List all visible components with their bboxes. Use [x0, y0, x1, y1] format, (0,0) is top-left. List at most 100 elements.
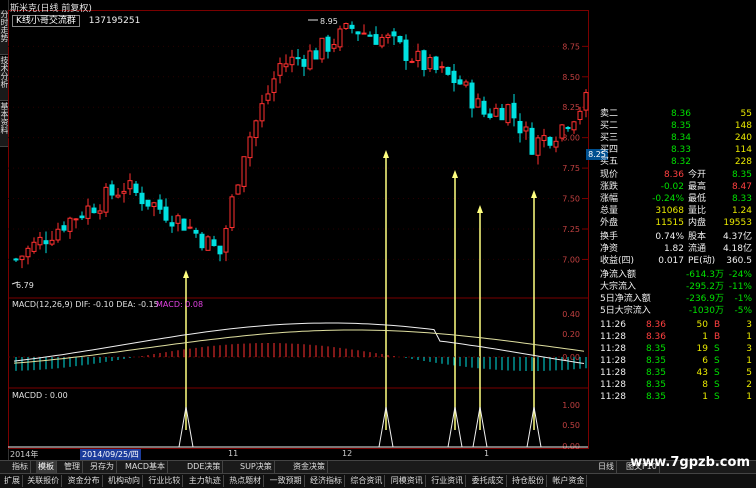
stat-label: 涨幅 — [600, 194, 619, 204]
stat-label: 最高 — [688, 182, 707, 192]
stat-label: 流通 — [688, 244, 707, 254]
function-tab[interactable]: 机构动向 — [106, 475, 143, 487]
candle-body — [505, 104, 511, 124]
candle-body — [127, 180, 133, 190]
tick-side: S — [714, 344, 720, 354]
indicator-tab[interactable]: 管理 — [62, 461, 83, 473]
candle-body — [559, 124, 565, 139]
stat-value: 4.18亿 — [722, 244, 752, 254]
price-tick-label: 7.25 — [562, 225, 580, 234]
stat-value: 360.5 — [726, 256, 752, 266]
candle-body — [577, 110, 583, 120]
indicator-tab[interactable]: 另存为 — [88, 461, 117, 473]
stat-label: 换手 — [600, 232, 619, 242]
candle-body — [445, 66, 451, 75]
function-tab-bar: 扩展 关联报价 资金分布 机构动向 行业比较 主力轨迹 热点题材 一致预期 经济指标 综合资讯 同模… — [0, 473, 756, 488]
stat-value: 0.74% — [655, 232, 684, 242]
function-tab[interactable]: 同模资讯 — [389, 475, 426, 487]
date-axis: 2014年 2014/09/25/四 11 12 1 — [10, 449, 592, 460]
indicator-tab[interactable]: SUP决策 — [238, 461, 275, 473]
function-tab[interactable]: 行业比较 — [146, 475, 184, 487]
tick-count: 1 — [746, 356, 752, 366]
candle-body — [283, 63, 289, 68]
stat-value: 1.24 — [731, 206, 752, 216]
indicator-tab[interactable]: 资金决策 — [291, 461, 328, 473]
candle-body — [73, 218, 79, 221]
flow-value: -236.9万 — [685, 294, 724, 304]
order-volume: 114 — [734, 145, 752, 155]
flow-label: 净流入额 — [600, 270, 637, 280]
stat-row: 收益(四) 0.017 PE(动) 360.5 — [596, 255, 756, 267]
function-tab[interactable]: 持仓股份 — [510, 475, 547, 487]
candle-body — [79, 215, 85, 219]
stat-label: 最低 — [688, 194, 707, 204]
stat-row: 净资 1.82 流通 4.18亿 — [596, 243, 756, 255]
function-tab[interactable]: 经济指标 — [308, 475, 345, 487]
tick-time: 11:28 — [600, 356, 626, 366]
candle-body — [55, 228, 61, 241]
candle-body — [571, 121, 577, 131]
candle-body — [511, 102, 517, 119]
stat-row: 现价 8.36 今开 8.35 — [596, 169, 756, 181]
order-volume: 240 — [734, 133, 752, 143]
tick-side: B — [714, 332, 721, 342]
tick-count: 2 — [746, 380, 752, 390]
function-tab[interactable]: 委托成交 — [470, 475, 507, 487]
tick-row: 11:26 8.36 50 B 3 — [596, 319, 756, 331]
candle-body — [223, 228, 229, 253]
tick-side: B — [714, 320, 721, 330]
price-tick-label: 8.25 — [562, 103, 580, 112]
candle-body — [37, 236, 43, 246]
candle-body — [301, 58, 307, 67]
date-selected: 2014/09/25/四 — [80, 449, 141, 460]
tick-side: S — [714, 380, 720, 390]
flow-row: 5日大宗流入 -1030万 -5% — [596, 305, 756, 317]
flow-value: -1030万 — [688, 306, 724, 316]
function-tab[interactable]: 一致预期 — [268, 475, 305, 487]
stat-value: 8.47 — [731, 182, 752, 192]
period-tab[interactable]: 日线 — [596, 461, 617, 473]
flow-row: 净流入额 -614.3万 -24% — [596, 269, 756, 281]
tick-volume: 1 — [702, 332, 708, 342]
tick-volume: 8 — [702, 380, 708, 390]
tick-volume: 19 — [696, 344, 708, 354]
indicator-tab[interactable]: DDE决策 — [185, 461, 224, 473]
tick-row: 11:28 8.35 1 S 1 — [596, 391, 756, 403]
function-tab[interactable]: 资金分布 — [66, 475, 103, 487]
stat-row: 总量 31068 量比 1.24 — [596, 205, 756, 217]
tick-volume: 50 — [696, 320, 708, 330]
candle-body — [313, 50, 319, 60]
candle-body — [583, 92, 589, 111]
function-tab[interactable]: 关联报价 — [25, 475, 63, 487]
candle-body — [265, 93, 271, 101]
candle-body — [517, 120, 523, 134]
function-tab[interactable]: 帐户资金 — [550, 475, 588, 487]
candle-body — [379, 36, 385, 47]
function-tab[interactable]: 扩展 — [2, 475, 23, 487]
candle-body — [25, 247, 31, 258]
candle-body — [13, 258, 19, 261]
tab-fundamentals[interactable]: 基本资料 — [0, 102, 9, 147]
function-tab[interactable]: 行业资讯 — [429, 475, 467, 487]
indicator-tab[interactable]: 指标 — [10, 461, 31, 473]
macdd-tick-label: 0.50 — [562, 421, 580, 430]
tab-intraday[interactable]: 分时走势 — [0, 10, 9, 55]
flow-label: 5日大宗流入 — [600, 306, 651, 316]
tick-count: 1 — [746, 332, 752, 342]
kline-chart[interactable]: 8.75 8.50 8.25 8.00 7.75 7.50 7.25 7.00 8.95 6.79… — [8, 0, 596, 450]
tick-count: 3 — [746, 320, 752, 330]
candle-body — [523, 126, 529, 132]
stat-label: 股本 — [688, 232, 707, 242]
function-tab[interactable]: 综合资讯 — [348, 475, 386, 487]
tick-price: 8.35 — [645, 344, 666, 354]
function-tab[interactable]: 热点题材 — [227, 475, 265, 487]
indicator-tab[interactable]: 模板 — [36, 461, 57, 473]
tick-price: 8.35 — [645, 392, 666, 402]
order-level-label: 买二 — [600, 121, 619, 131]
function-tab[interactable]: 主力轨迹 — [187, 475, 224, 487]
indicator-tab[interactable]: MACD基本 — [123, 461, 168, 473]
formula-label[interactable]: K线小哥交流群 — [12, 15, 80, 27]
tick-side: S — [714, 368, 720, 378]
price-tick-label: 8.75 — [562, 42, 580, 51]
tab-technical[interactable]: 技术分析 — [0, 56, 9, 101]
